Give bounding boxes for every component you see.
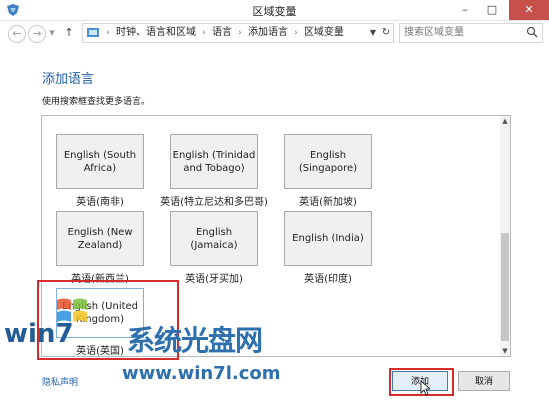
back-arrow-icon: ← xyxy=(12,27,22,40)
scroll-up-icon[interactable]: ▲ xyxy=(500,116,510,126)
maximize-button[interactable]: □ xyxy=(478,0,506,20)
language-tile-india[interactable]: English (India) xyxy=(284,211,372,266)
mouse-cursor-icon xyxy=(420,380,430,396)
language-caption: 英语(南非) xyxy=(76,197,124,208)
vertical-scrollbar[interactable]: ▲ ▼ xyxy=(500,116,510,356)
breadcrumb-separator-icon: › xyxy=(202,28,206,38)
cancel-button[interactable]: 取消 xyxy=(458,371,510,391)
title-bar: 区域变量 – □ ✕ xyxy=(0,0,549,21)
language-tile-trinidad-tobago[interactable]: English (Trinidad and Tobago) xyxy=(170,134,258,189)
search-input[interactable] xyxy=(404,25,516,40)
language-tile-singapore[interactable]: English (Singapore) xyxy=(284,134,372,189)
search-box[interactable] xyxy=(399,23,543,43)
watermark-title: 系统光盘网 xyxy=(127,324,263,357)
recent-locations-dropdown[interactable]: ▾ xyxy=(47,25,57,41)
breadcrumb-clock-language-region[interactable]: 时钟、语言和区域 xyxy=(113,24,199,42)
up-arrow-icon: ↑ xyxy=(64,26,74,39)
search-icon[interactable] xyxy=(526,26,538,38)
language-caption: 英语(新加坡) xyxy=(299,197,357,208)
scroll-down-icon[interactable]: ▼ xyxy=(500,346,510,356)
chevron-down-icon: ▾ xyxy=(49,26,55,39)
language-tile-jamaica[interactable]: English (Jamaica) xyxy=(170,211,258,266)
address-bar[interactable]: › 时钟、语言和区域 › 语言 › 添加语言 › 区域变量 ▼ ↻ xyxy=(82,23,394,43)
navigation-bar: ← → ▾ ↑ › 时钟、语言和区域 › 语言 › 添加语言 › 区域变量 ▼ … xyxy=(0,21,549,45)
breadcrumb-language[interactable]: 语言 xyxy=(209,24,235,42)
up-button[interactable]: ↑ xyxy=(61,25,77,41)
breadcrumb-separator-icon: › xyxy=(238,28,242,38)
back-button[interactable]: ← xyxy=(8,25,26,43)
scrollbar-thumb[interactable] xyxy=(501,233,509,341)
language-caption: 英语(特立尼达和多巴哥) xyxy=(160,197,268,208)
page-subtitle: 使用搜索框查找更多语言。 xyxy=(42,97,151,107)
language-tile-south-africa[interactable]: English (South Africa) xyxy=(56,134,144,189)
address-dropdown-button[interactable]: ▼ xyxy=(367,24,379,42)
close-button[interactable]: ✕ xyxy=(509,0,549,20)
control-panel-icon xyxy=(87,28,99,37)
breadcrumb-separator-icon: › xyxy=(294,28,298,38)
language-tile-new-zealand[interactable]: English (New Zealand) xyxy=(56,211,144,266)
breadcrumb-separator-icon: › xyxy=(106,28,110,38)
refresh-icon[interactable]: ↻ xyxy=(380,24,392,42)
language-caption: 英语(印度) xyxy=(304,274,352,285)
watermark-logo-text: win7 xyxy=(4,319,74,349)
breadcrumb-add-language[interactable]: 添加语言 xyxy=(245,24,291,42)
forward-arrow-icon: → xyxy=(32,27,42,40)
minimize-button[interactable]: – xyxy=(451,0,479,20)
breadcrumb-regional-variants[interactable]: 区域变量 xyxy=(301,24,347,42)
privacy-link[interactable]: 隐私声明 xyxy=(42,375,78,388)
page-title: 添加语言 xyxy=(42,72,95,87)
watermark-url: www.win7l.com xyxy=(122,363,281,384)
forward-button[interactable]: → xyxy=(28,25,46,43)
